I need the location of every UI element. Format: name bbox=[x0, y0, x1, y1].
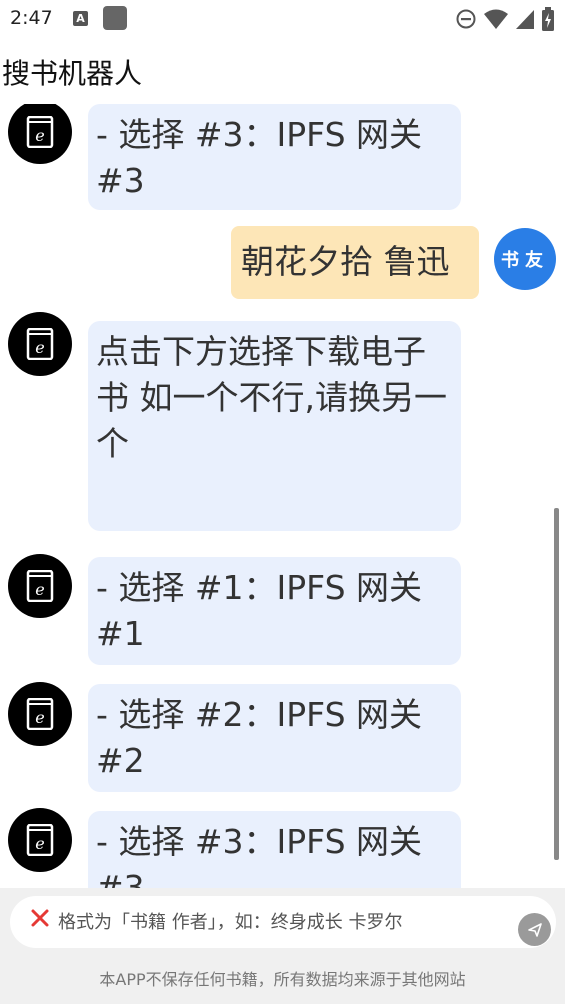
search-input-placeholder: 格式为「书籍 作者」，如：终身成长 卡罗尔 bbox=[58, 912, 403, 933]
download-option-1[interactable]: - 选择 #1：IPFS 网关 #1 bbox=[88, 557, 461, 665]
svg-text:e: e bbox=[35, 834, 44, 853]
ebook-icon: e bbox=[26, 824, 54, 856]
chat-list[interactable]: e - 选择 #3：IPFS 网关 #3 朝花夕拾 鲁迅 书友 e 点击下方选择… bbox=[0, 104, 565, 888]
bot-message: 点击下方选择下载电子书 如一个不行,请换另一个 bbox=[88, 321, 461, 531]
search-input[interactable]: 格式为「书籍 作者」，如：终身成长 卡罗尔 bbox=[10, 896, 556, 948]
bot-avatar: e bbox=[8, 682, 72, 746]
svg-text:e: e bbox=[35, 708, 44, 727]
bot-avatar: e bbox=[8, 554, 72, 618]
send-icon bbox=[527, 922, 542, 937]
bot-message: - 选择 #3：IPFS 网关 #3 bbox=[88, 104, 461, 210]
status-bar: 2:47 A bbox=[0, 0, 565, 38]
do-not-disturb-icon bbox=[456, 9, 476, 29]
svg-text:e: e bbox=[35, 338, 44, 357]
download-option-3[interactable]: - 选择 #3：IPFS 网关 #3 bbox=[88, 811, 461, 888]
input-area: 格式为「书籍 作者」，如：终身成长 卡罗尔 本APP不保存任何书籍，所有数据均来… bbox=[0, 888, 565, 1004]
bot-avatar: e bbox=[8, 104, 72, 164]
page-title: 搜书机器人 bbox=[2, 57, 143, 90]
ebook-icon: e bbox=[26, 328, 54, 360]
clear-icon[interactable] bbox=[30, 908, 50, 928]
disclaimer: 本APP不保存任何书籍，所有数据均来源于其他网站 bbox=[99, 970, 466, 989]
keyboard-notification-icon: A bbox=[73, 11, 88, 26]
signal-icon bbox=[516, 10, 534, 29]
bot-avatar: e bbox=[8, 808, 72, 872]
user-message: 朝花夕拾 鲁迅 bbox=[231, 226, 479, 299]
svg-text:e: e bbox=[35, 126, 44, 145]
status-icons bbox=[455, 6, 555, 32]
bot-avatar: e bbox=[8, 312, 72, 376]
svg-text:e: e bbox=[35, 580, 44, 599]
send-button[interactable] bbox=[518, 913, 551, 946]
battery-icon bbox=[542, 7, 554, 31]
ebook-icon: e bbox=[26, 116, 54, 148]
status-time: 2:47 bbox=[10, 7, 53, 29]
user-avatar: 书友 bbox=[494, 228, 556, 290]
chat-scrollbar[interactable] bbox=[554, 508, 559, 860]
notification-icon bbox=[103, 6, 127, 30]
ebook-icon: e bbox=[26, 570, 54, 602]
ebook-icon: e bbox=[26, 698, 54, 730]
wifi-icon bbox=[484, 9, 508, 29]
download-option-2[interactable]: - 选择 #2：IPFS 网关 #2 bbox=[88, 684, 461, 792]
